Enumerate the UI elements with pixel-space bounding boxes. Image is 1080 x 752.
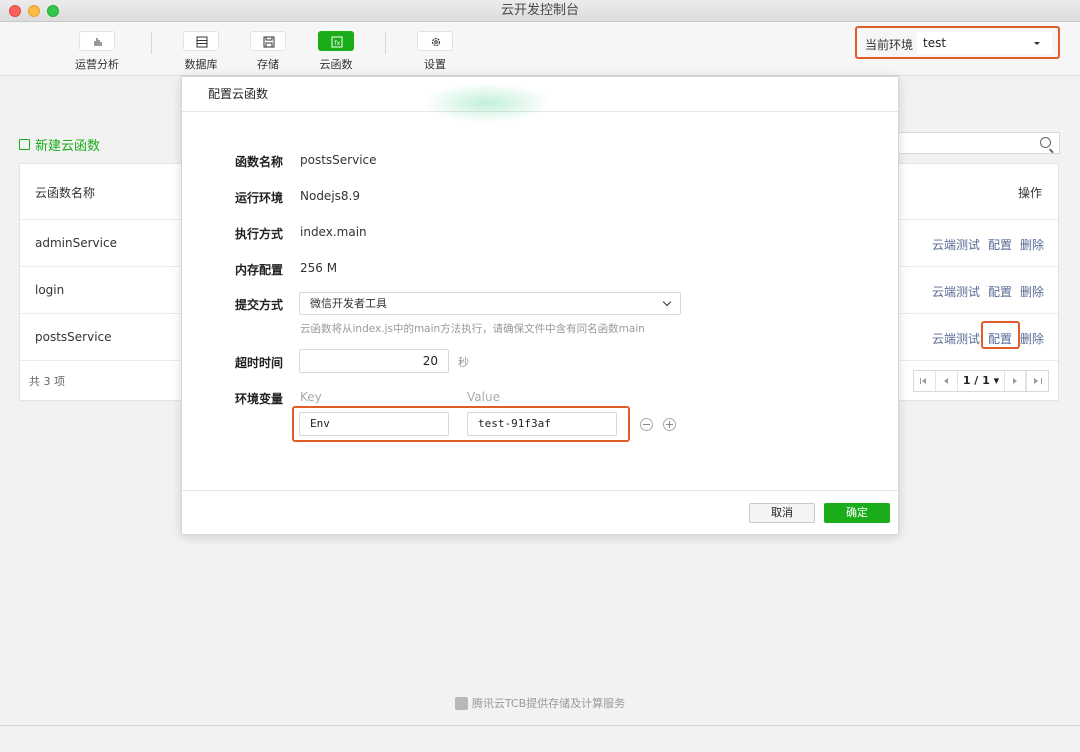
tab-analytics[interactable]: 运营分析 <box>62 31 132 72</box>
prev-page-button[interactable] <box>936 371 958 391</box>
first-page-button[interactable] <box>914 371 936 391</box>
page-indicator[interactable]: 1 / 1 ▾ <box>958 371 1004 391</box>
last-page-button[interactable] <box>1026 371 1048 391</box>
footer-text: 腾讯云TCB提供存储及计算服务 <box>0 695 1080 711</box>
new-function-button[interactable]: 新建云函数 <box>19 135 100 154</box>
cancel-button[interactable]: 取消 <box>749 503 815 523</box>
cloud-test-link[interactable]: 云端测试 <box>932 330 980 347</box>
database-icon <box>183 31 219 51</box>
config-link[interactable]: 配置 <box>988 236 1012 253</box>
window-title-bar: 云开发控制台 <box>0 0 1080 22</box>
handler-hint: 云函数将从index.js中的main方法执行，请确保文件中含有同名函数main <box>300 323 645 335</box>
env-value-value: test-91f3af <box>478 417 551 430</box>
pagination: 1 / 1 ▾ <box>913 370 1049 392</box>
cloud-test-link[interactable]: 云端测试 <box>932 283 980 300</box>
confirm-button[interactable]: 确定 <box>824 503 890 523</box>
value-column-header: Value <box>467 390 500 404</box>
env-key-value: Env <box>310 417 330 430</box>
tab-settings-label: 设置 <box>424 58 446 71</box>
new-function-label: 新建云函数 <box>35 139 101 154</box>
environment-switcher: 当前环境 test <box>855 26 1060 59</box>
submit-method-value: 微信开发者工具 <box>310 297 387 310</box>
config-link-highlight <box>981 321 1020 349</box>
env-vars-label: 环境变量 <box>235 392 284 406</box>
config-link[interactable]: 配置 <box>988 283 1012 300</box>
function-name: login <box>35 283 65 297</box>
svg-text:fx: fx <box>335 40 341 47</box>
minimize-window-button[interactable] <box>28 5 40 17</box>
memory-value: 256 M <box>300 261 338 275</box>
decorative-glow <box>422 83 552 123</box>
runtime-label: 运行环境 <box>235 191 284 205</box>
dialog-footer: 取消 确定 <box>182 490 898 535</box>
handler-value: index.main <box>300 225 367 239</box>
row-actions: 云端测试 配置 删除 <box>932 283 1044 300</box>
window-title: 云开发控制台 <box>500 3 579 18</box>
runtime-value: Nodejs8.9 <box>300 189 360 203</box>
key-column-header: Key <box>300 390 322 404</box>
search-icon[interactable] <box>1040 137 1051 148</box>
total-count: 共 3 项 <box>29 375 65 388</box>
environment-value: test <box>923 36 947 50</box>
tab-storage-label: 存储 <box>257 58 279 71</box>
tab-database-label: 数据库 <box>184 58 218 71</box>
search-input[interactable] <box>880 132 1060 154</box>
chevron-down-icon <box>662 297 672 307</box>
next-page-button[interactable] <box>1004 371 1026 391</box>
function-name-label: 函数名称 <box>235 155 284 169</box>
cloud-test-link[interactable]: 云端测试 <box>932 236 980 253</box>
column-header-name: 云函数名称 <box>35 186 96 200</box>
timeout-input[interactable]: 20 <box>299 349 449 373</box>
row-actions: 云端测试 配置 删除 <box>932 236 1044 253</box>
timeout-label: 超时时间 <box>235 356 284 370</box>
cloud-function-icon: fx <box>318 31 354 51</box>
main-toolbar: 运营分析 数据库 存储 fx 云函数 设置 当前环境 test <box>0 22 1080 76</box>
tab-cloud-functions[interactable]: fx 云函数 <box>301 31 371 72</box>
env-value-input[interactable]: test-91f3af <box>467 412 617 436</box>
floppy-disk-icon <box>250 31 286 51</box>
submit-method-select[interactable]: 微信开发者工具 <box>299 292 681 315</box>
add-env-var-icon[interactable] <box>663 418 676 431</box>
delete-link[interactable]: 删除 <box>1020 330 1044 347</box>
function-name: adminService <box>35 236 117 250</box>
column-header-ops: 操作 <box>1017 186 1042 200</box>
toolbar-divider <box>385 32 386 54</box>
submit-method-label: 提交方式 <box>235 298 284 312</box>
caret-down-icon <box>1034 42 1040 45</box>
function-name: postsService <box>35 330 112 344</box>
tab-settings[interactable]: 设置 <box>400 31 470 72</box>
bottom-divider <box>0 725 1080 726</box>
tab-analytics-label: 运营分析 <box>75 58 119 71</box>
zoom-window-button[interactable] <box>47 5 59 17</box>
timeout-value: 20 <box>422 354 438 368</box>
tab-storage[interactable]: 存储 <box>233 31 303 72</box>
tencent-cloud-logo-icon <box>454 697 468 710</box>
delete-link[interactable]: 删除 <box>1020 236 1044 253</box>
env-key-input[interactable]: Env <box>299 412 449 436</box>
config-function-dialog: 配置云函数 函数名称 postsService 运行环境 Nodejs8.9 执… <box>181 76 899 535</box>
timeout-unit: 秒 <box>458 356 469 369</box>
gear-icon <box>417 31 453 51</box>
tab-database[interactable]: 数据库 <box>166 31 236 72</box>
memory-label: 内存配置 <box>235 263 284 277</box>
bar-chart-icon <box>79 31 115 51</box>
remove-env-var-icon[interactable] <box>640 418 653 431</box>
delete-link[interactable]: 删除 <box>1020 283 1044 300</box>
environment-select[interactable]: test <box>917 32 1052 54</box>
handler-label: 执行方式 <box>235 227 284 241</box>
tab-cloud-functions-label: 云函数 <box>319 58 353 71</box>
edit-icon <box>19 139 30 150</box>
function-name-value: postsService <box>300 153 377 167</box>
environment-label: 当前环境 <box>865 38 914 52</box>
toolbar-divider <box>151 32 152 54</box>
close-window-button[interactable] <box>9 5 21 17</box>
